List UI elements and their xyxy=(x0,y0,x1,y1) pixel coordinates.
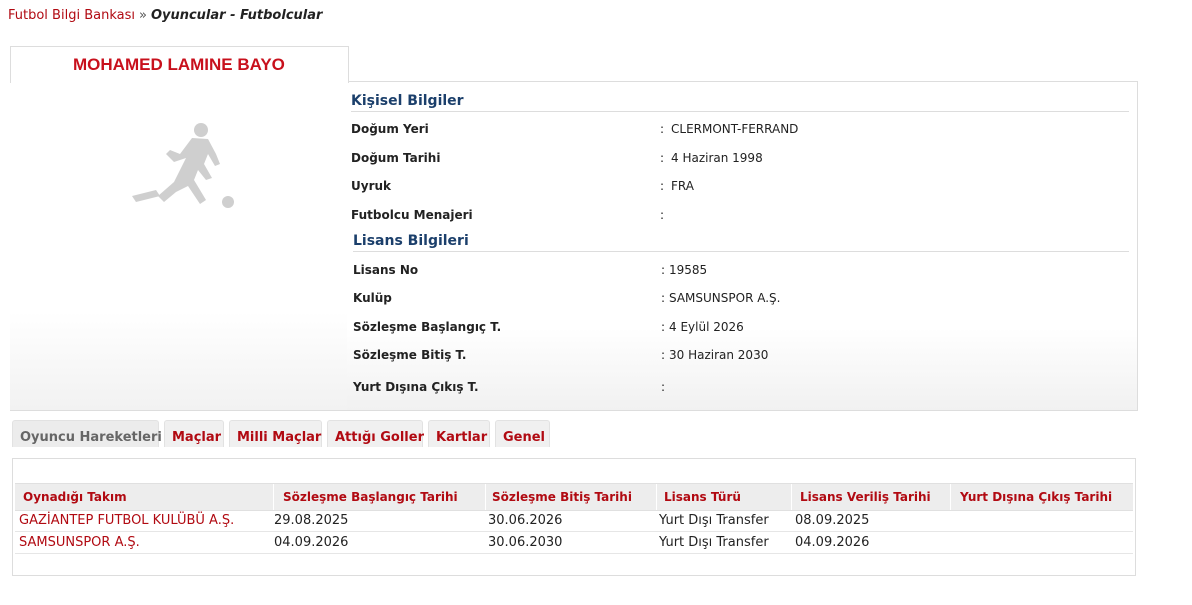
breadcrumb-separator: » xyxy=(138,8,147,23)
column-header-license-type: Lisans Türü xyxy=(664,490,741,504)
tab-cards[interactable]: Kartlar xyxy=(428,420,490,447)
tab-general[interactable]: Genel xyxy=(495,420,550,447)
club-value: SAMSUNSPOR A.Ş. xyxy=(669,291,781,305)
row-team-link[interactable]: SAMSUNSPOR A.Ş. xyxy=(19,535,140,550)
row-team-link[interactable]: GAZİANTEP FUTBOL KULÜBÜ A.Ş. xyxy=(19,513,234,528)
tab-goals[interactable]: Attığı Goller xyxy=(327,420,424,447)
birthdate-label: Doğum Tarihi xyxy=(351,151,441,165)
breadcrumb: Futbol Bilgi Bankası» Oyuncular - Futbolc… xyxy=(8,8,322,23)
breadcrumb-current: Oyuncular - Futbolcular xyxy=(150,8,323,23)
player-name: MOHAMED LAMINE BAYO xyxy=(73,55,285,74)
personal-info-title: Kişisel Bilgiler xyxy=(351,93,1129,112)
contract-start-colon: : xyxy=(661,320,666,334)
column-divider xyxy=(273,484,274,510)
contract-end-colon: : xyxy=(661,348,666,362)
birthplace-label: Doğum Yeri xyxy=(351,122,429,136)
player-silhouette-icon xyxy=(132,123,234,208)
column-divider xyxy=(791,484,792,510)
license-info-title: Lisans Bilgileri xyxy=(353,233,1129,252)
contract-end-label: Sözleşme Bitiş T. xyxy=(353,348,467,362)
tab-national-matches[interactable]: Milli Maçlar xyxy=(229,420,322,447)
birthdate-colon: : xyxy=(660,151,665,165)
agent-colon: : xyxy=(660,208,665,222)
contract-end-value: 30 Haziran 2030 xyxy=(669,348,769,362)
tab-matches[interactable]: Maçlar xyxy=(164,420,224,447)
row-contract-start: 04.09.2026 xyxy=(274,535,349,550)
column-header-contract-start: Sözleşme Başlangıç Tarihi xyxy=(283,490,458,504)
column-header-contract-end: Sözleşme Bitiş Tarihi xyxy=(492,490,632,504)
row-contract-start: 29.08.2025 xyxy=(274,513,349,528)
birthdate-value: 4 Haziran 1998 xyxy=(671,151,763,165)
column-divider xyxy=(656,484,657,510)
row-contract-end: 30.06.2030 xyxy=(488,535,563,550)
column-header-license-date: Lisans Veriliş Tarihi xyxy=(800,490,931,504)
nationality-value: FRA xyxy=(671,179,694,193)
table-row: SAMSUNSPOR A.Ş. 04.09.2026 30.06.2030 Yu… xyxy=(15,532,1133,554)
row-license-type: Yurt Dışı Transfer xyxy=(659,535,769,550)
club-colon: : xyxy=(661,291,666,305)
column-divider xyxy=(485,484,486,510)
row-license-type: Yurt Dışı Transfer xyxy=(659,513,769,528)
contract-start-value: 4 Eylül 2026 xyxy=(669,320,744,334)
club-label: Kulüp xyxy=(353,291,392,305)
tab-player-movements[interactable]: Oyuncu Hareketleri xyxy=(12,420,162,447)
table-header: Oynadığı Takım Sözleşme Başlangıç Tarihi… xyxy=(15,483,1133,511)
breadcrumb-home-link[interactable]: Futbol Bilgi Bankası xyxy=(8,8,135,23)
nationality-colon: : xyxy=(660,179,665,193)
abroad-exit-label: Yurt Dışına Çıkış T. xyxy=(353,380,479,394)
player-movements-table: Oynadığı Takım Sözleşme Başlangıç Tarihi… xyxy=(12,458,1136,576)
license-no-colon: : xyxy=(661,263,666,277)
row-license-date: 04.09.2026 xyxy=(795,535,870,550)
agent-label: Futbolcu Menajeri xyxy=(351,208,473,222)
column-header-team: Oynadığı Takım xyxy=(23,490,127,504)
row-contract-end: 30.06.2026 xyxy=(488,513,563,528)
license-no-value: 19585 xyxy=(669,263,708,277)
player-name-tab: MOHAMED LAMINE BAYO xyxy=(10,46,349,83)
table-row: GAZİANTEP FUTBOL KULÜBÜ A.Ş. 29.08.2025 … xyxy=(15,510,1133,532)
birthplace-colon: : xyxy=(660,122,665,136)
column-header-abroad-exit: Yurt Dışına Çıkış Tarihi xyxy=(960,490,1113,504)
column-divider xyxy=(950,484,951,510)
license-no-label: Lisans No xyxy=(353,263,419,277)
birthplace-value: CLERMONT-FERRAND xyxy=(671,122,799,136)
row-license-date: 08.09.2025 xyxy=(795,513,870,528)
abroad-exit-colon: : xyxy=(661,380,666,394)
contract-start-label: Sözleşme Başlangıç T. xyxy=(353,320,502,334)
nationality-label: Uyruk xyxy=(351,179,392,193)
